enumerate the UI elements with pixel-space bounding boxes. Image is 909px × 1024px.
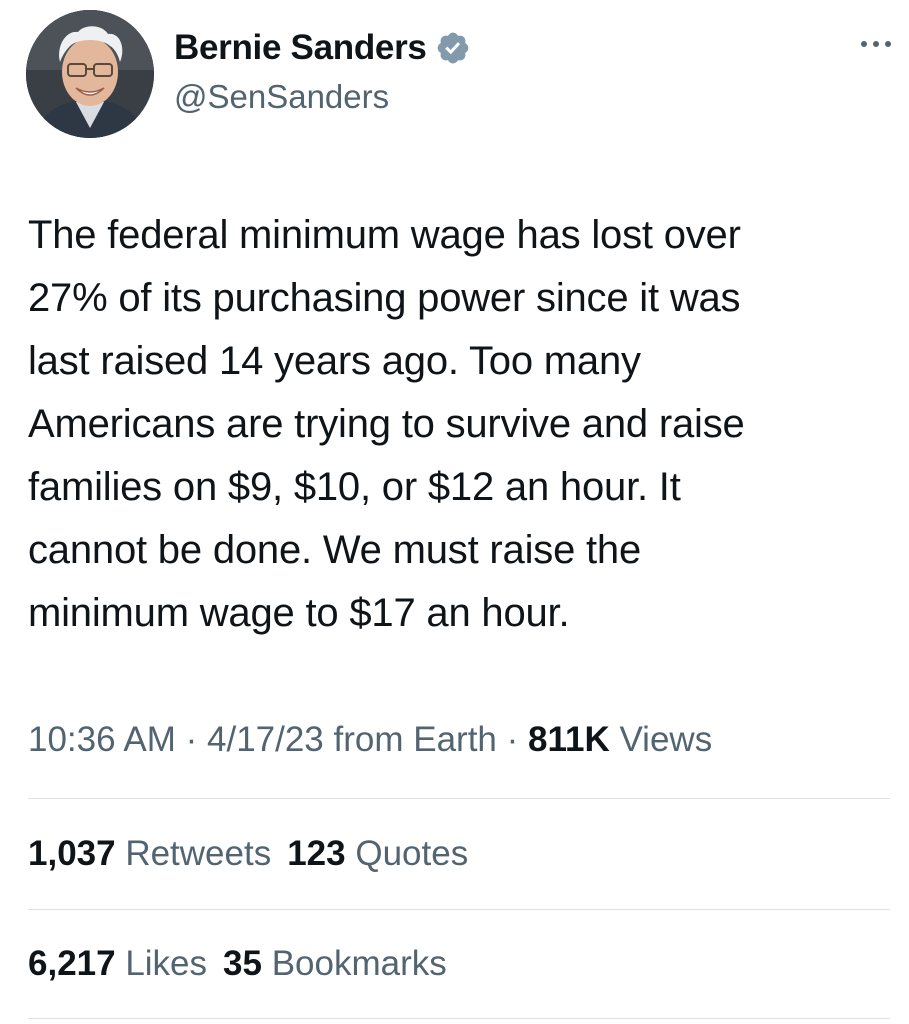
tweet-time[interactable]: 10:36 AM [28, 720, 176, 759]
author-handle[interactable]: @SenSanders [174, 78, 389, 116]
quotes-stat[interactable]: 123 Quotes [287, 832, 468, 876]
meta-separator: · [175, 720, 207, 759]
author-avatar[interactable] [26, 10, 154, 138]
more-horizontal-icon[interactable] [858, 36, 894, 52]
tweet-header: Bernie Sanders @SenSanders [0, 0, 909, 150]
divider [28, 798, 890, 799]
quotes-count: 123 [287, 834, 346, 873]
views-label: Views [609, 720, 713, 759]
author-name-row: Bernie Sanders [174, 26, 471, 70]
divider [28, 1018, 890, 1019]
likes-count: 6,217 [28, 944, 116, 983]
retweets-count: 1,037 [28, 834, 116, 873]
divider [28, 909, 890, 910]
tweet-date[interactable]: 4/17/23 [207, 720, 324, 759]
engagement-row-2: 6,217 Likes 35 Bookmarks [28, 942, 463, 986]
quotes-label: Quotes [345, 834, 469, 873]
likes-label: Likes [115, 944, 208, 983]
engagement-row-1: 1,037 Retweets 123 Quotes [28, 832, 484, 876]
retweets-label: Retweets [115, 834, 272, 873]
tweet-source: from Earth [323, 720, 497, 759]
avatar-photo-icon [26, 10, 154, 138]
tweet-text: The federal minimum wage has lost over 2… [28, 213, 745, 635]
likes-stat[interactable]: 6,217 Likes [28, 942, 207, 986]
verified-badge-icon[interactable] [435, 30, 471, 66]
views-count: 811K [528, 720, 610, 759]
bookmarks-stat[interactable]: 35 Bookmarks [223, 942, 447, 986]
meta-separator: · [496, 720, 528, 759]
retweets-stat[interactable]: 1,037 Retweets [28, 832, 271, 876]
author-display-name[interactable]: Bernie Sanders [174, 28, 427, 68]
tweet-meta: 10:36 AM · 4/17/23 from Earth · 811K Vie… [28, 718, 712, 762]
bookmarks-label: Bookmarks [261, 944, 447, 983]
bookmarks-count: 35 [223, 944, 262, 983]
